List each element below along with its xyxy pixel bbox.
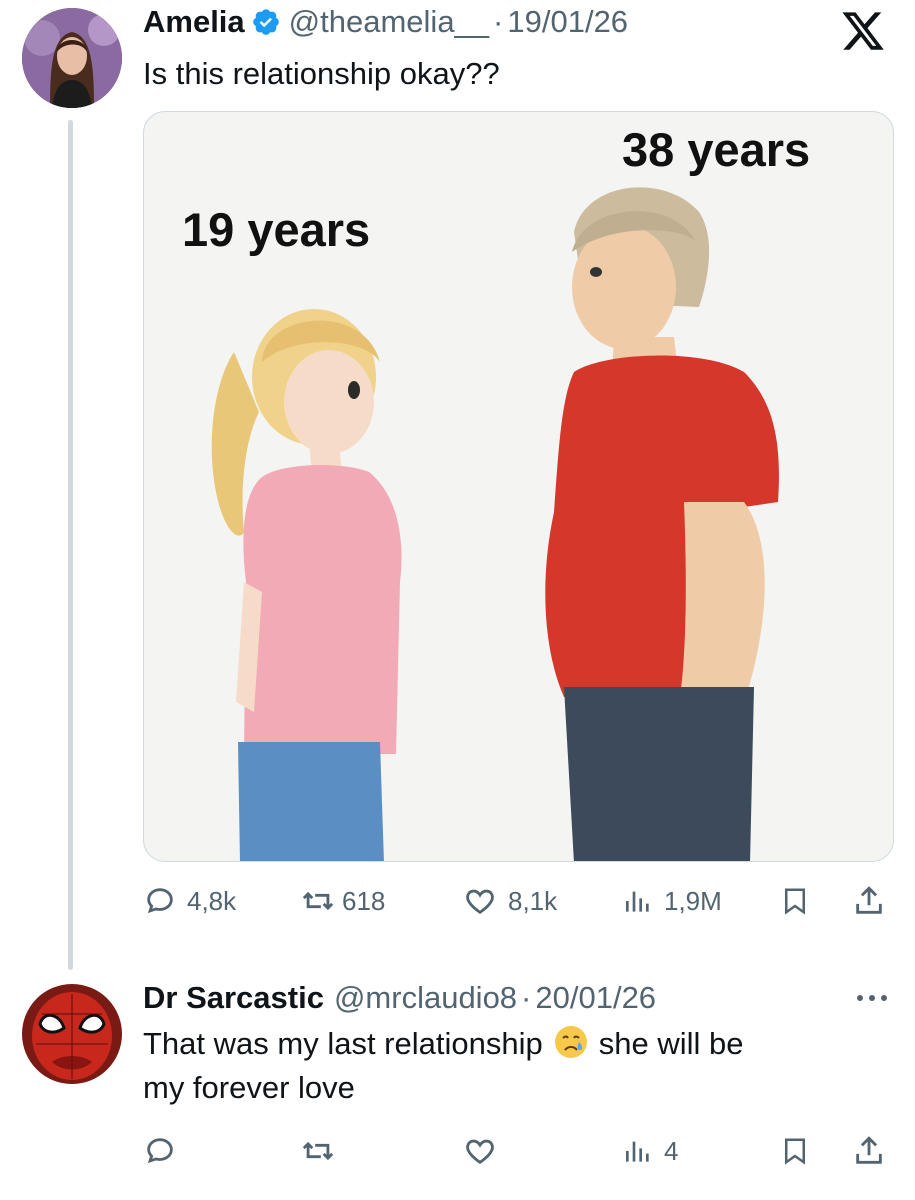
- tweet-image[interactable]: 19 years 38 years: [143, 111, 894, 862]
- views-icon: [626, 1141, 649, 1162]
- author-avatar[interactable]: [22, 8, 122, 108]
- like-icon: [466, 889, 494, 915]
- repost-button[interactable]: 618: [300, 884, 385, 918]
- reply-views-count: 4: [664, 1135, 679, 1166]
- x-logo-icon[interactable]: [838, 8, 888, 54]
- share-icon: [856, 1136, 882, 1164]
- separator-dot: ·: [521, 980, 532, 1015]
- reply-share-button[interactable]: [852, 1134, 886, 1168]
- views-button[interactable]: 1,9M: [622, 884, 722, 918]
- repost-icon: [302, 1141, 334, 1161]
- author-name[interactable]: Amelia: [143, 4, 245, 40]
- reply-author-name[interactable]: Dr Sarcastic: [143, 980, 324, 1016]
- crying-face-emoji: [554, 1026, 587, 1058]
- share-button[interactable]: [852, 884, 886, 918]
- reply-text: That was my last relationship she will b…: [143, 1022, 883, 1110]
- more-icon[interactable]: [852, 990, 892, 1006]
- reply-text-line2: my forever love: [143, 1070, 355, 1105]
- views-icon: [626, 891, 649, 912]
- reply-repost-button[interactable]: [300, 1134, 336, 1168]
- reply-button[interactable]: 4,8k: [143, 884, 236, 918]
- reply-icon: [147, 1138, 173, 1164]
- reply-icon: [147, 888, 173, 914]
- tweet-date[interactable]: 19/01/26: [507, 4, 628, 40]
- views-count: 1,9M: [664, 885, 722, 916]
- bookmark-icon: [785, 888, 805, 915]
- tweet-header: Amelia @theamelia__ · 19/01/26: [143, 0, 628, 44]
- bookmark-icon: [785, 1138, 805, 1165]
- like-button[interactable]: 8,1k: [462, 884, 557, 918]
- like-count: 8,1k: [508, 885, 558, 916]
- image-label-left: 19 years: [182, 203, 371, 256]
- reply-reply-button[interactable]: [143, 1134, 177, 1168]
- verified-badge-icon: [252, 9, 279, 35]
- separator-dot: ·: [493, 4, 504, 39]
- reply-like-button[interactable]: [462, 1134, 498, 1168]
- reply-date[interactable]: 20/01/26: [535, 980, 656, 1016]
- repost-icon: [302, 891, 334, 911]
- reply-text-part2: she will be: [598, 1026, 744, 1061]
- reply-text-part1: That was my last relationship: [143, 1026, 543, 1061]
- tweet-text: Is this relationship okay??: [143, 56, 500, 91]
- reply-count: 4,8k: [187, 885, 237, 916]
- bookmark-button[interactable]: [780, 884, 810, 918]
- reply-bookmark-button[interactable]: [780, 1134, 810, 1168]
- reply-author-handle[interactable]: @mrclaudio8: [334, 980, 517, 1016]
- share-icon: [856, 886, 882, 914]
- reply-header: Dr Sarcastic @mrclaudio8 · 20/01/26: [143, 976, 656, 1020]
- reply-views-button[interactable]: 4: [622, 1134, 678, 1168]
- author-handle[interactable]: @theamelia__: [289, 4, 489, 40]
- like-icon: [466, 1139, 494, 1165]
- thread-connector-line: [68, 120, 73, 970]
- repost-count: 618: [342, 885, 386, 916]
- reply-author-avatar[interactable]: [22, 984, 122, 1084]
- image-label-right: 38 years: [622, 123, 811, 176]
